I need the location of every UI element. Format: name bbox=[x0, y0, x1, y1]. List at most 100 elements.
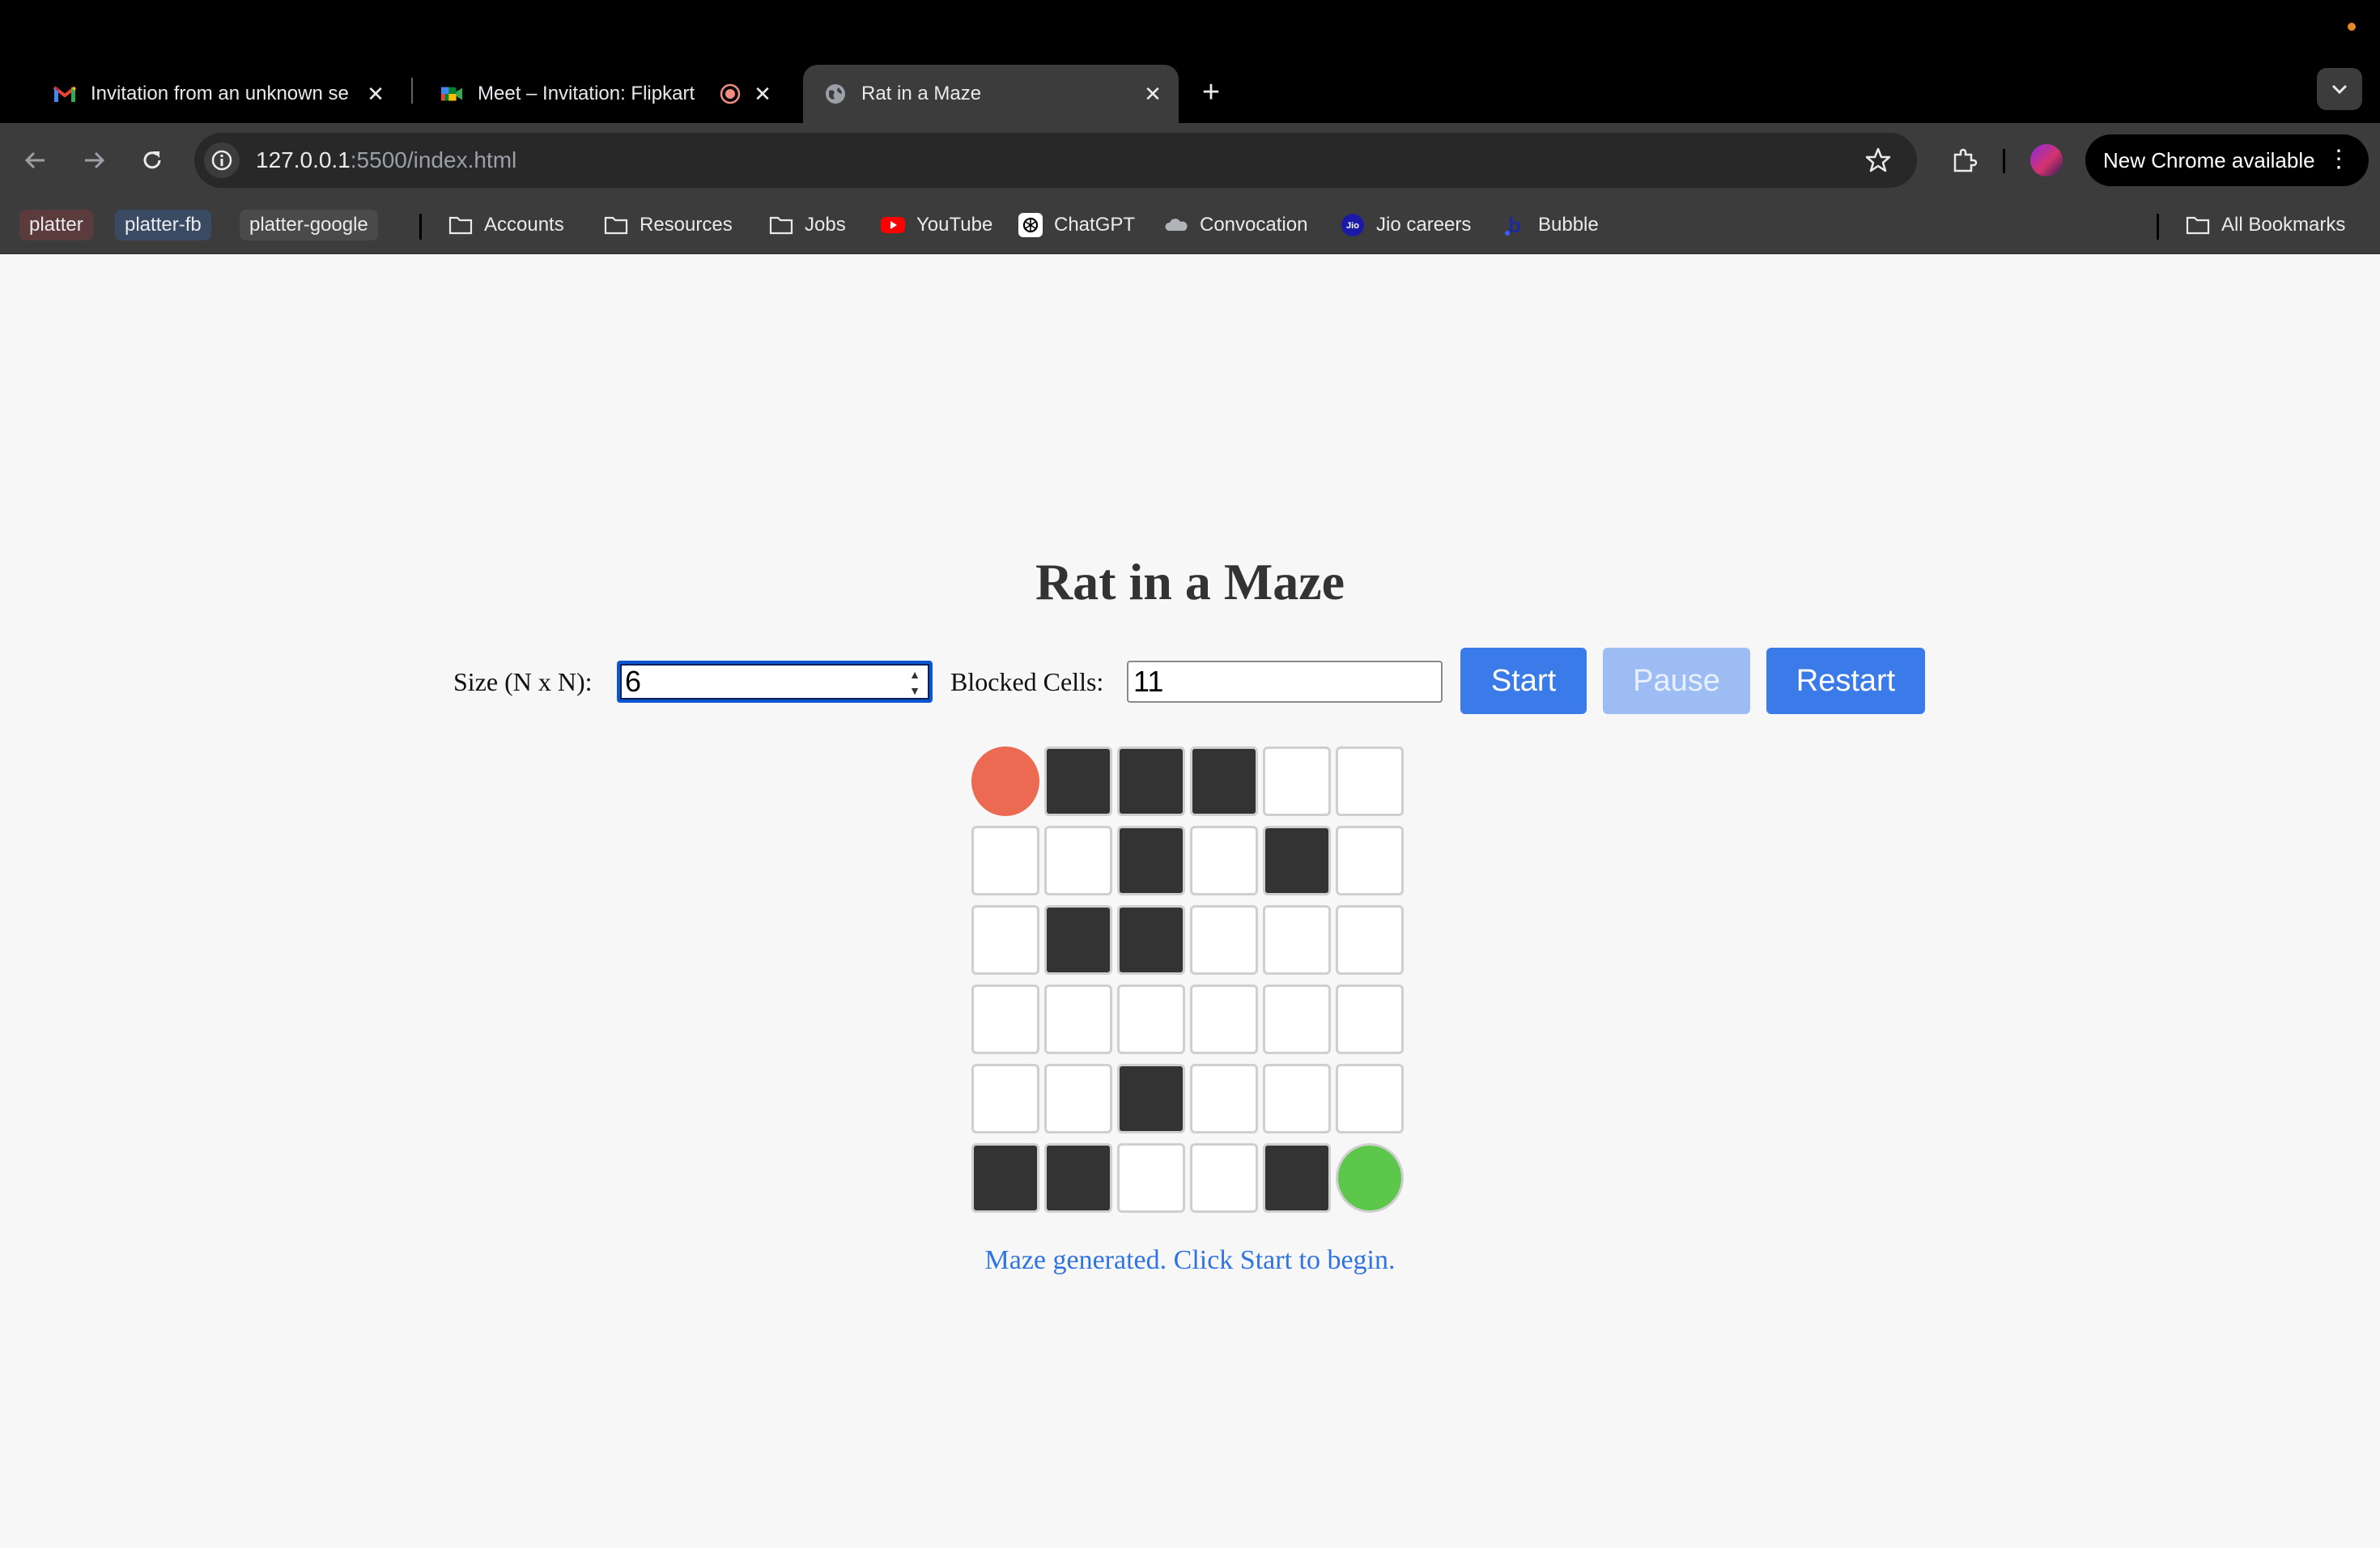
tab-search-button[interactable] bbox=[2317, 68, 2362, 110]
close-icon[interactable]: ✕ bbox=[361, 79, 390, 108]
tab-title: Meet – Invitation: Flipkart bbox=[478, 83, 695, 104]
puzzle-icon bbox=[1953, 148, 1978, 172]
jio-icon: Jio bbox=[1341, 213, 1365, 237]
update-label: New Chrome available bbox=[2103, 147, 2315, 172]
maze-cell-blocked bbox=[1117, 905, 1185, 975]
arrow-left-icon bbox=[24, 151, 45, 169]
tab-rat-in-a-maze[interactable]: Rat in a Maze ✕ bbox=[803, 65, 1179, 123]
maze-cell-blocked bbox=[1263, 826, 1331, 895]
bookmarks-divider bbox=[419, 214, 422, 240]
start-button[interactable]: Start bbox=[1460, 648, 1587, 714]
reload-button[interactable] bbox=[131, 139, 173, 181]
bookmark-folder-resources[interactable]: Resources bbox=[604, 207, 733, 243]
bookmark-platter-fb[interactable]: platter-fb bbox=[115, 210, 211, 240]
bookmark-star-icon[interactable] bbox=[1862, 144, 1894, 176]
arrow-right-icon bbox=[85, 151, 105, 169]
chevron-down-icon bbox=[2331, 84, 2348, 95]
tab-divider bbox=[411, 78, 413, 104]
maze-cell-blocked bbox=[1190, 746, 1258, 816]
size-input[interactable]: 6 ▲ ▼ bbox=[617, 661, 933, 703]
folder-icon bbox=[2186, 213, 2210, 237]
maze-cell-open bbox=[1044, 1064, 1112, 1133]
maze-cell-open bbox=[1263, 1064, 1331, 1133]
maze-cell-blocked bbox=[1117, 826, 1185, 895]
bubble-icon: b bbox=[1502, 213, 1527, 237]
maze-grid bbox=[971, 746, 1409, 1216]
svg-text:b: b bbox=[1508, 213, 1521, 237]
extensions-button[interactable] bbox=[1943, 139, 1985, 181]
close-icon[interactable]: ✕ bbox=[1138, 79, 1167, 108]
folder-icon bbox=[604, 213, 628, 237]
maze-cell-open bbox=[1117, 985, 1185, 1054]
recording-icon bbox=[719, 83, 742, 105]
bookmark-bubble[interactable]: b Bubble bbox=[1502, 207, 1599, 243]
bookmark-folder-jobs[interactable]: Jobs bbox=[769, 207, 846, 243]
new-tab-button[interactable]: + bbox=[1193, 74, 1229, 110]
maze-cell-open bbox=[971, 826, 1039, 895]
cloud-icon bbox=[1164, 213, 1188, 237]
maze-cell-open bbox=[1190, 985, 1258, 1054]
restart-button[interactable]: Restart bbox=[1766, 648, 1925, 714]
tab-meet[interactable]: Meet – Invitation: Flipkart ✕ bbox=[419, 65, 788, 123]
more-menu-icon[interactable]: ⋮ bbox=[2327, 146, 2351, 173]
bookmark-chatgpt[interactable]: ChatGPT bbox=[1018, 207, 1135, 243]
address-bar[interactable]: 127.0.0.1:5500/index.html bbox=[194, 133, 1917, 188]
goal-marker bbox=[1336, 1143, 1404, 1213]
maze-cell-open bbox=[1190, 1143, 1258, 1213]
bookmark-folder-accounts[interactable]: Accounts bbox=[448, 207, 564, 243]
browser-toolbar: 127.0.0.1:5500/index.html New Chrome ava… bbox=[0, 123, 2380, 198]
maze-cell-open bbox=[1263, 985, 1331, 1054]
maze-cell-open bbox=[1190, 826, 1258, 895]
tab-title: Rat in a Maze bbox=[861, 83, 982, 104]
maze-cell-blocked bbox=[1044, 746, 1112, 816]
tab-gmail[interactable]: Invitation from an unknown se ✕ bbox=[32, 65, 402, 123]
maze-cell-open bbox=[1336, 826, 1404, 895]
bookmarks-divider bbox=[2157, 214, 2159, 240]
bookmark-platter[interactable]: platter bbox=[19, 210, 93, 240]
profile-avatar[interactable] bbox=[2030, 144, 2063, 176]
maze-cell-open bbox=[1117, 1143, 1185, 1213]
site-info-icon[interactable] bbox=[204, 142, 240, 178]
maze-cell-blocked bbox=[1117, 746, 1185, 816]
bookmarks-bar: platter platter-fb platter-google Accoun… bbox=[0, 198, 2380, 254]
status-message: Maze generated. Click Start to begin. bbox=[984, 1245, 1396, 1275]
number-stepper[interactable]: ▲ ▼ bbox=[908, 669, 921, 696]
google-meet-icon bbox=[440, 83, 463, 105]
blocked-cells-label: Blocked Cells: bbox=[950, 667, 1104, 696]
blocked-cells-value: 11 bbox=[1133, 665, 1164, 698]
maze-cell-blocked bbox=[1263, 1143, 1331, 1213]
blocked-cells-input[interactable]: 11 bbox=[1127, 661, 1443, 703]
bookmark-jio-careers[interactable]: Jio Jio careers bbox=[1341, 207, 1471, 243]
chevron-up-icon: ▲ bbox=[909, 668, 920, 681]
page-title: Rat in a Maze bbox=[1035, 553, 1345, 610]
reload-icon bbox=[143, 151, 161, 169]
url-text: 127.0.0.1:5500/index.html bbox=[256, 147, 517, 172]
maze-cell-open bbox=[1263, 746, 1331, 816]
maze-cell-open bbox=[971, 985, 1039, 1054]
globe-icon bbox=[824, 83, 847, 105]
toolbar-divider bbox=[2003, 149, 2005, 173]
bookmark-platter-google[interactable]: platter-google bbox=[240, 210, 378, 240]
maze-cell-open bbox=[1336, 905, 1404, 975]
maze-cell-open bbox=[1044, 826, 1112, 895]
pause-button[interactable]: Pause bbox=[1603, 648, 1750, 714]
maze-cell-open bbox=[1336, 985, 1404, 1054]
back-button[interactable] bbox=[15, 139, 57, 181]
maze-cell-open bbox=[1044, 985, 1112, 1054]
tab-title: Invitation from an unknown se bbox=[91, 83, 349, 104]
update-chrome-button[interactable]: New Chrome available ⋮ bbox=[2085, 134, 2369, 186]
size-label: Size (N x N): bbox=[453, 667, 593, 696]
maze-cell-open bbox=[1263, 905, 1331, 975]
folder-icon bbox=[769, 213, 793, 237]
gmail-icon bbox=[53, 83, 76, 105]
bookmark-convocation[interactable]: Convocation bbox=[1164, 207, 1307, 243]
close-icon[interactable]: ✕ bbox=[748, 79, 777, 108]
maze-cell-open bbox=[1336, 746, 1404, 816]
rat-marker bbox=[971, 746, 1039, 816]
forward-button[interactable] bbox=[73, 139, 115, 181]
chevron-down-icon: ▼ bbox=[909, 684, 920, 697]
all-bookmarks-folder[interactable]: All Bookmarks bbox=[2186, 207, 2345, 243]
size-value: 6 bbox=[625, 665, 642, 698]
bookmark-youtube[interactable]: YouTube bbox=[881, 207, 992, 243]
maze-cell-open bbox=[1190, 1064, 1258, 1133]
